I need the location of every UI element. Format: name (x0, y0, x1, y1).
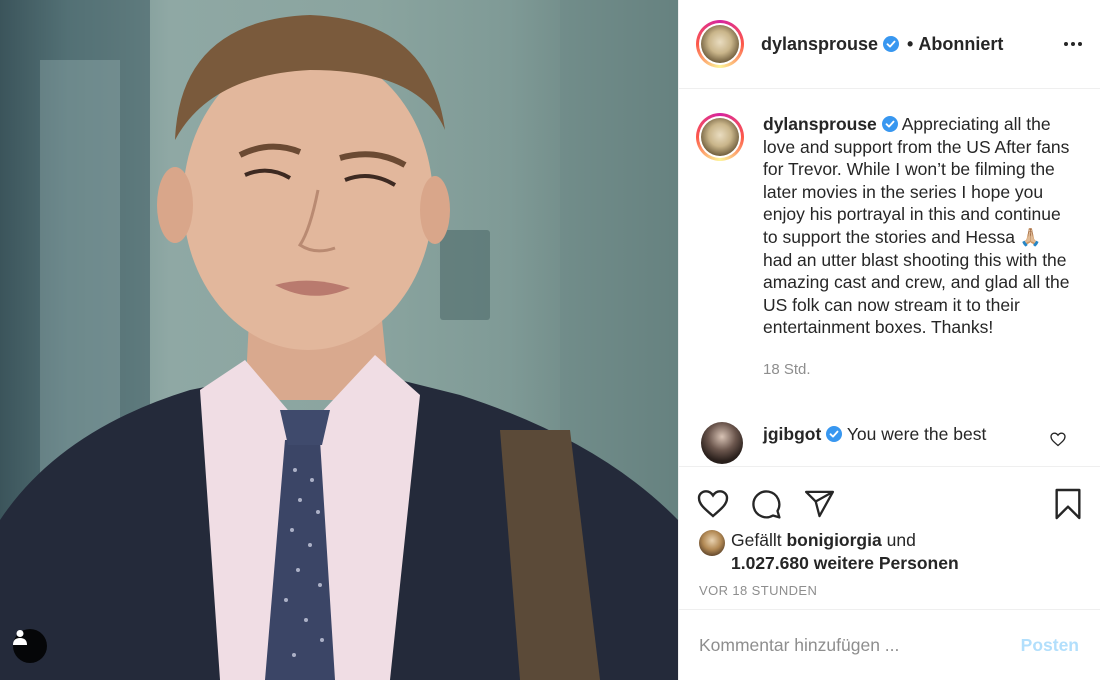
likes-connector: und (886, 530, 916, 550)
comment-heart-icon[interactable] (1050, 432, 1066, 447)
author-avatar[interactable] (696, 20, 744, 68)
caption-avatar[interactable] (696, 113, 744, 161)
post-timestamp[interactable]: VOR 18 STUNDEN (679, 575, 1100, 598)
caption-avatar-image (701, 118, 739, 156)
verified-icon (826, 425, 843, 442)
author-username[interactable]: dylansprouse (761, 34, 878, 55)
more-options-icon[interactable] (1064, 34, 1082, 54)
action-bar (679, 467, 1100, 527)
bookmark-icon (1055, 488, 1081, 520)
post-caption: dylansprouse Appreciating all the love a… (679, 89, 1100, 382)
heart-icon (697, 490, 729, 518)
share-button[interactable] (804, 490, 835, 518)
user-tag-button[interactable] (13, 629, 47, 663)
caption-text: Appreciating all the love and support fr… (763, 114, 1070, 338)
likes-count[interactable]: 1.027.680 weitere Personen (731, 553, 959, 573)
follow-status-button[interactable]: Abonniert (918, 34, 1003, 55)
comment-icon (752, 489, 781, 519)
likes-prefix: Gefällt (731, 530, 782, 550)
post-sidebar: dylansprouse • Abonniert dylansprouse Ap… (678, 0, 1100, 680)
commenter-username[interactable]: jgibgot (763, 424, 821, 444)
comment-input[interactable] (699, 634, 1021, 656)
like-button[interactable] (697, 489, 729, 519)
comment-button[interactable] (751, 489, 782, 520)
header-separator: • (907, 33, 914, 54)
comments-section[interactable]: dylansprouse Appreciating all the love a… (679, 89, 1100, 467)
post-photo-illustration (0, 0, 678, 680)
save-button[interactable] (1054, 488, 1082, 520)
likes-summary: Gefällt bonigiorgia und 1.027.680 weiter… (679, 527, 1100, 575)
liker-username[interactable]: bonigiorgia (786, 530, 881, 550)
add-comment-bar: Posten (679, 609, 1100, 680)
comment-text: You were the best (846, 423, 987, 444)
user-tag-icon (13, 630, 27, 645)
post-comment-button[interactable]: Posten (1021, 635, 1079, 656)
post-photo[interactable] (0, 0, 678, 680)
share-icon (804, 490, 835, 518)
liker-avatar[interactable] (699, 530, 725, 556)
comment-item: jgibgot You were the best (679, 382, 1100, 464)
commenter-avatar[interactable] (701, 421, 743, 464)
caption-username[interactable]: dylansprouse (763, 114, 877, 134)
author-avatar-image (701, 25, 739, 63)
verified-icon (883, 36, 900, 52)
caption-timestamp[interactable]: 18 Std. (763, 359, 1073, 382)
verified-icon (881, 116, 898, 132)
post-header: dylansprouse • Abonniert (679, 0, 1100, 89)
